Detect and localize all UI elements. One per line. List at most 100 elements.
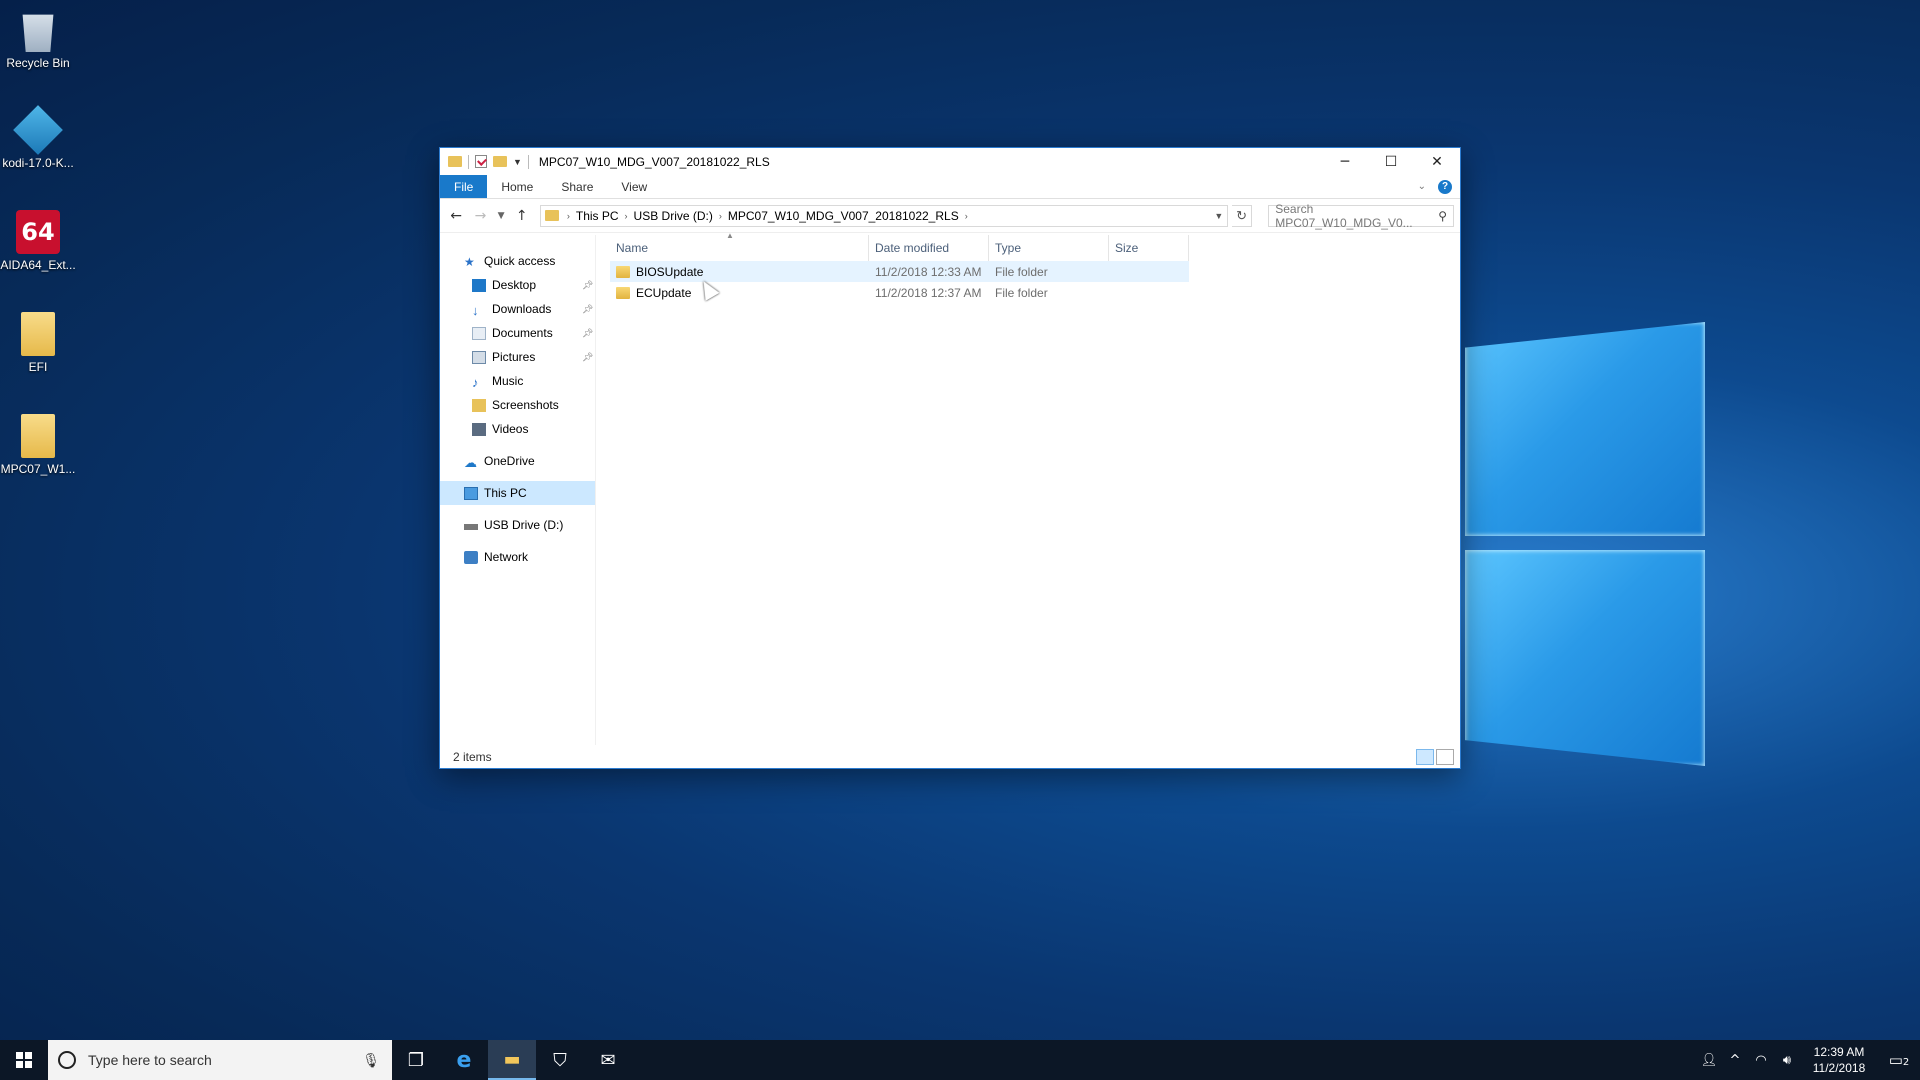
- table-row[interactable]: BIOSUpdate 11/2/2018 12:33 AM File folde…: [610, 261, 1189, 282]
- notification-count: 2: [1902, 1057, 1910, 1068]
- nav-quick-access[interactable]: ★ Quick access: [440, 249, 595, 273]
- volume-icon[interactable]: 🔊︎: [1774, 1053, 1800, 1068]
- pin-icon[interactable]: 📌︎: [582, 280, 593, 291]
- address-bar[interactable]: › This PC › USB Drive (D:) › MPC07_W10_M…: [539, 204, 1228, 227]
- desktop-icon-aida64[interactable]: 64 AIDA64_Ext...: [0, 210, 76, 272]
- customize-dropdown-icon[interactable]: ▼: [513, 157, 522, 167]
- search-placeholder: Search MPC07_W10_MDG_V0...: [1275, 201, 1413, 230]
- desktop-icon-mpc07[interactable]: MPC07_W1...: [0, 414, 76, 476]
- file-name: BIOSUpdate: [636, 264, 704, 279]
- mail-icon[interactable]: ✉: [584, 1040, 632, 1080]
- kodi-icon: [13, 105, 63, 155]
- taskbar-search-box[interactable]: Type here to search 🎙︎: [48, 1040, 392, 1080]
- documents-icon: [472, 326, 486, 340]
- file-list: ▲ Name Date modified Type Size BIOSUpdat…: [596, 231, 1460, 745]
- nav-screenshots[interactable]: Screenshots: [440, 393, 595, 417]
- column-header-name[interactable]: Name: [610, 235, 869, 261]
- taskbar-search-placeholder: Type here to search: [88, 1052, 212, 1068]
- nav-label: Music: [492, 374, 524, 388]
- desktop-icon-label: EFI: [28, 360, 48, 374]
- file-name: ECUpdate: [636, 285, 692, 300]
- refresh-button[interactable]: ↻: [1231, 204, 1253, 227]
- desktop-icon-efi[interactable]: EFI: [0, 312, 76, 374]
- expand-ribbon-icon[interactable]: ⌄: [1418, 181, 1426, 192]
- title-bar[interactable]: ▼ MPC07_W10_MDG_V007_20181022_RLS ─ ☐ ✕: [440, 148, 1460, 175]
- breadcrumb-this-pc[interactable]: This PC: [572, 209, 623, 223]
- nav-this-pc[interactable]: This PC: [440, 481, 595, 505]
- network-icon[interactable]: ◠: [1748, 1053, 1774, 1068]
- aida64-icon: 64: [16, 210, 60, 254]
- nav-label: Downloads: [492, 302, 552, 316]
- file-date: 11/2/2018 12:37 AM: [875, 285, 982, 300]
- chevron-right-icon[interactable]: ›: [963, 211, 970, 221]
- nav-music[interactable]: ♪ Music: [440, 369, 595, 393]
- new-folder-icon[interactable]: [493, 156, 507, 167]
- tab-home[interactable]: Home: [487, 175, 547, 198]
- action-center-button[interactable]: ▭2: [1878, 1051, 1920, 1069]
- ribbon: File Home Share View ⌄ ?: [440, 175, 1460, 199]
- system-tray: 👤︎ ^ ◠ 🔊︎ 12:39 AM 11/2/2018 ▭2: [1696, 1040, 1920, 1080]
- nav-documents[interactable]: Documents 📌︎: [440, 321, 595, 345]
- pin-icon[interactable]: 📌︎: [582, 304, 593, 315]
- pin-icon[interactable]: 📌︎: [582, 328, 593, 339]
- forward-button[interactable]: →: [470, 205, 490, 227]
- breadcrumb-usb-drive[interactable]: USB Drive (D:): [630, 209, 717, 223]
- tab-file[interactable]: File: [440, 175, 488, 198]
- chevron-right-icon[interactable]: ›: [717, 211, 724, 221]
- pin-icon[interactable]: 📌︎: [582, 352, 593, 363]
- folder-icon: [21, 312, 55, 356]
- nav-videos[interactable]: Videos: [440, 417, 595, 441]
- show-hidden-icons-icon[interactable]: ^: [1722, 1053, 1748, 1068]
- chevron-right-icon[interactable]: ›: [623, 211, 630, 221]
- taskbar: Type here to search 🎙︎ ❐ e ▬ ⛉ ✉ 👤︎ ^ ◠ …: [0, 1040, 1920, 1080]
- tab-share[interactable]: Share: [547, 175, 607, 198]
- desktop-icon-recycle-bin[interactable]: Recycle Bin: [0, 8, 76, 70]
- chevron-right-icon[interactable]: ›: [565, 211, 572, 221]
- details-view-button[interactable]: [1416, 748, 1434, 765]
- file-name-cell: BIOSUpdate: [610, 265, 869, 279]
- nav-desktop[interactable]: Desktop 📌︎: [440, 273, 595, 297]
- nav-label: Documents: [492, 326, 553, 340]
- microphone-icon[interactable]: 🎙︎: [362, 1052, 380, 1069]
- breadcrumb-current-folder[interactable]: MPC07_W10_MDG_V007_20181022_RLS: [724, 209, 963, 223]
- clock[interactable]: 12:39 AM 11/2/2018: [1800, 1044, 1878, 1076]
- minimize-button[interactable]: ─: [1322, 148, 1368, 175]
- search-box[interactable]: Search MPC07_W10_MDG_V0... ⚲: [1268, 201, 1454, 230]
- maximize-button[interactable]: ☐: [1368, 148, 1414, 175]
- tab-view[interactable]: View: [607, 175, 661, 198]
- nav-label: Screenshots: [492, 398, 559, 412]
- file-type: File folder: [995, 264, 1048, 279]
- people-icon[interactable]: 👤︎: [1696, 1053, 1722, 1068]
- folder-icon: [544, 210, 559, 221]
- item-count: 2 items: [453, 749, 492, 764]
- column-header-size[interactable]: Size: [1109, 235, 1189, 261]
- nav-downloads[interactable]: ↓ Downloads 📌︎: [440, 297, 595, 321]
- cortana-icon: [58, 1051, 76, 1069]
- folder-icon: [448, 156, 462, 167]
- file-explorer-icon[interactable]: ▬: [488, 1040, 536, 1080]
- folder-icon: [472, 398, 486, 412]
- status-bar: 2 items: [440, 745, 1460, 768]
- edge-icon[interactable]: e: [440, 1040, 488, 1080]
- desktop-icon-kodi[interactable]: kodi-17.0-K...: [0, 105, 76, 170]
- properties-icon[interactable]: [475, 155, 487, 168]
- nav-network[interactable]: Network: [440, 545, 595, 569]
- large-icons-view-button[interactable]: [1436, 748, 1454, 765]
- nav-pictures[interactable]: Pictures 📌︎: [440, 345, 595, 369]
- help-icon[interactable]: ?: [1438, 179, 1452, 194]
- up-button[interactable]: ↑: [512, 205, 532, 227]
- window-title: MPC07_W10_MDG_V007_20181022_RLS: [538, 154, 770, 169]
- back-button[interactable]: ←: [446, 205, 466, 227]
- windows-logo-wallpaper: [1465, 322, 1715, 772]
- nav-usb-drive[interactable]: USB Drive (D:): [440, 513, 595, 537]
- recent-locations-icon[interactable]: ▼: [495, 205, 508, 227]
- start-button[interactable]: [0, 1040, 48, 1080]
- nav-onedrive[interactable]: ☁ OneDrive: [440, 449, 595, 473]
- task-view-button[interactable]: ❐: [392, 1040, 440, 1080]
- nav-label: Desktop: [492, 278, 537, 292]
- column-header-date[interactable]: Date modified: [869, 235, 989, 261]
- address-dropdown-icon[interactable]: ▼: [1211, 211, 1227, 221]
- column-header-type[interactable]: Type: [989, 235, 1109, 261]
- store-icon[interactable]: ⛉: [536, 1040, 584, 1080]
- close-button[interactable]: ✕: [1414, 148, 1460, 175]
